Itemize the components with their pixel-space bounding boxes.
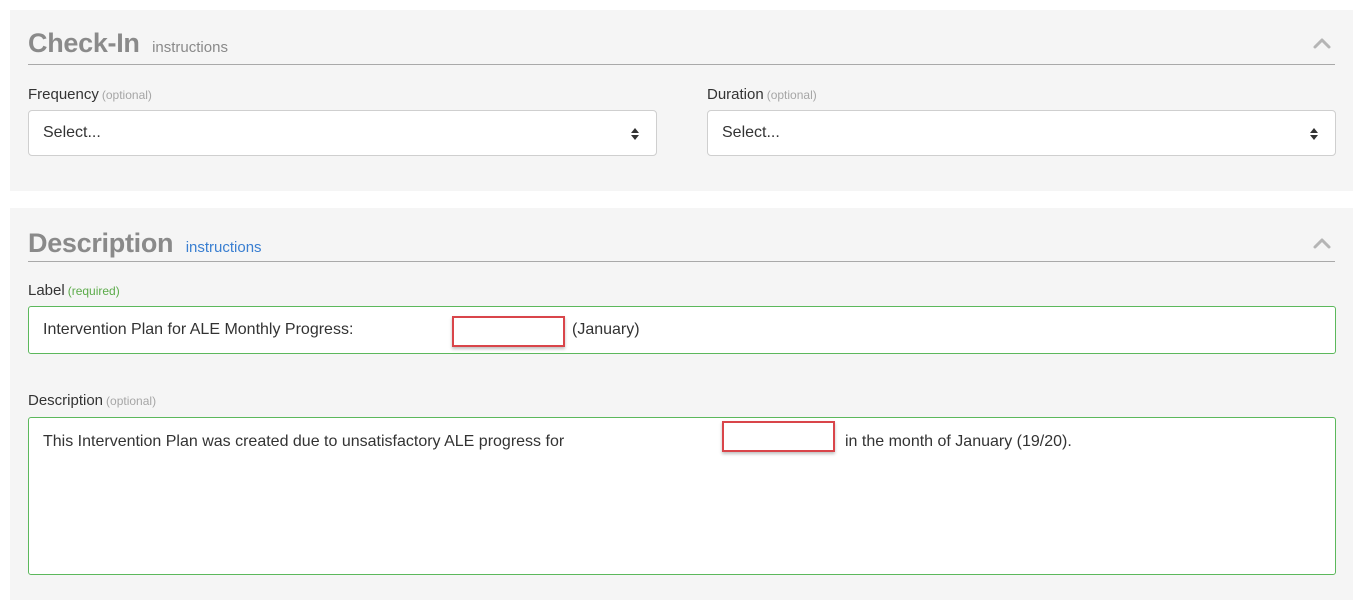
description-field-label: Description (optional) xyxy=(28,392,156,409)
description-title: Description xyxy=(28,228,174,258)
redaction-box xyxy=(452,316,565,347)
description-panel: Description instructions Label (required)… xyxy=(10,208,1353,600)
checkin-instructions-link[interactable]: instructions xyxy=(152,39,228,56)
label-field-label-text: Label xyxy=(28,282,65,299)
chevron-up-icon[interactable] xyxy=(1311,232,1333,254)
duration-select[interactable]: Select... xyxy=(707,110,1336,156)
label-input-text-end: (January) xyxy=(572,321,640,338)
duration-select-value: Select... xyxy=(722,124,780,141)
sort-arrows-icon xyxy=(1310,127,1318,141)
frequency-select[interactable]: Select... xyxy=(28,110,657,156)
description-textarea[interactable]: This Intervention Plan was created due t… xyxy=(28,417,1336,575)
description-text-end: in the month of January (19/20). xyxy=(845,433,1072,450)
description-field-label-text: Description xyxy=(28,392,104,409)
description-optional-hint: (optional) xyxy=(106,394,157,408)
label-required-hint: (required) xyxy=(67,284,120,298)
sort-arrows-icon xyxy=(631,127,639,141)
description-text-start: This Intervention Plan was created due t… xyxy=(43,433,565,450)
description-instructions-link[interactable]: instructions xyxy=(186,239,262,256)
description-header: Description instructions xyxy=(28,228,1335,262)
checkin-header: Check-In instructions xyxy=(28,28,1335,65)
duration-label-text: Duration xyxy=(707,86,764,103)
checkin-panel: Check-In instructions Frequency (optional… xyxy=(10,10,1353,191)
label-input[interactable]: Intervention Plan for ALE Monthly Progre… xyxy=(28,306,1336,354)
duration-label: Duration (optional) xyxy=(707,86,817,103)
frequency-label-text: Frequency xyxy=(28,86,99,103)
chevron-up-icon[interactable] xyxy=(1311,32,1333,54)
redaction-box xyxy=(722,421,835,452)
duration-optional-hint: (optional) xyxy=(766,88,817,102)
label-field-label: Label (required) xyxy=(28,282,120,299)
frequency-select-value: Select... xyxy=(43,124,101,141)
label-input-text-start: Intervention Plan for ALE Monthly Progre… xyxy=(43,321,354,338)
frequency-optional-hint: (optional) xyxy=(101,88,152,102)
checkin-title: Check-In xyxy=(28,28,140,58)
frequency-label: Frequency (optional) xyxy=(28,86,152,103)
